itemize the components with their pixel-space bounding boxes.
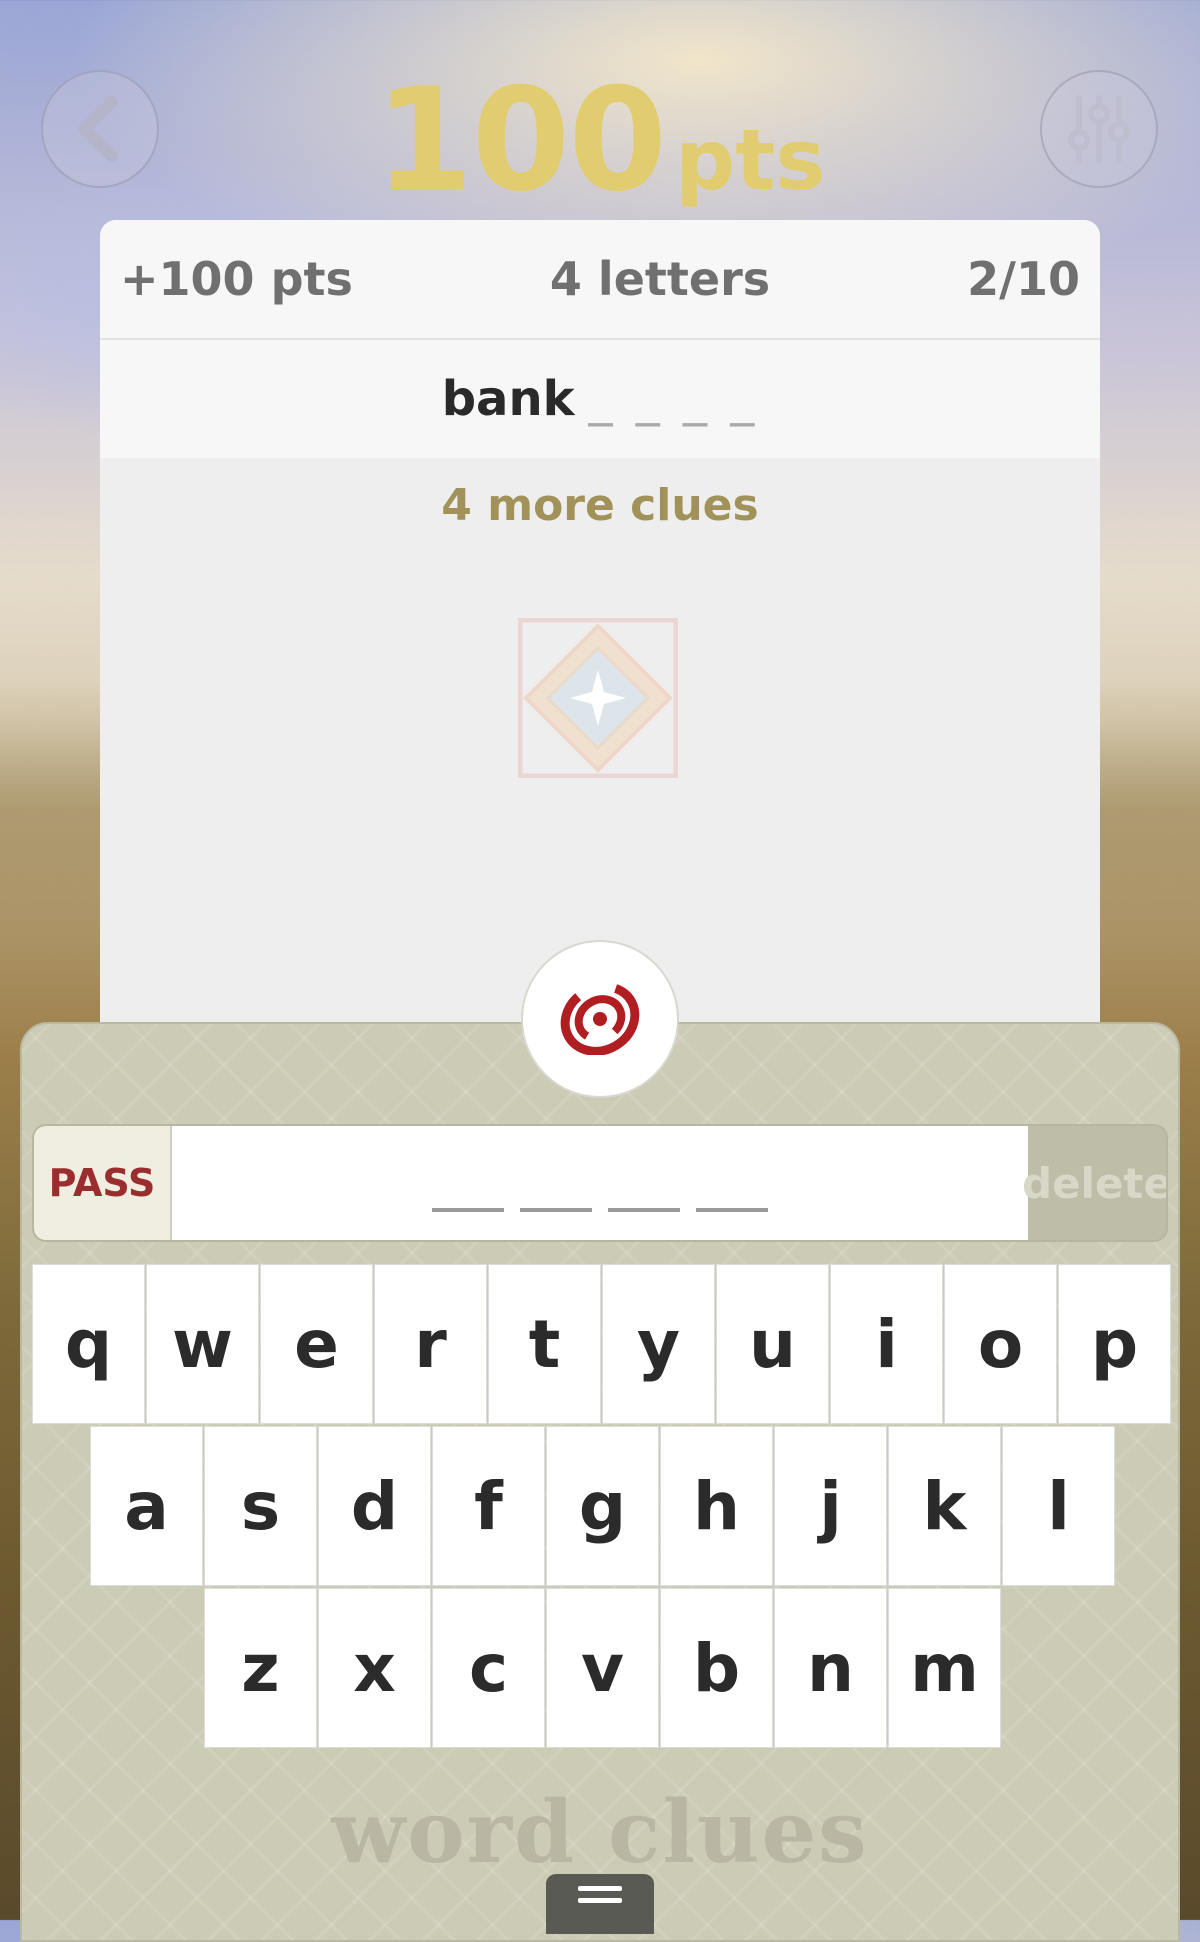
key-v[interactable]: v xyxy=(546,1588,659,1748)
key-k[interactable]: k xyxy=(888,1426,1001,1586)
key-f[interactable]: f xyxy=(432,1426,545,1586)
settings-button[interactable] xyxy=(1040,70,1158,188)
keyboard-row-2: a s d f g h j k l xyxy=(90,1426,1116,1586)
key-c[interactable]: c xyxy=(432,1588,545,1748)
answer-input[interactable] xyxy=(172,1126,1028,1240)
key-r[interactable]: r xyxy=(374,1264,487,1424)
key-x[interactable]: x xyxy=(318,1588,431,1748)
more-clues-label: 4 more clues xyxy=(441,480,759,531)
answer-slot xyxy=(608,1208,680,1212)
clue-card-header: +100 pts 4 letters 2/10 xyxy=(100,220,1100,340)
brand-logo: word clues xyxy=(331,1782,869,1883)
menu-icon xyxy=(578,1898,622,1903)
key-h[interactable]: h xyxy=(660,1426,773,1586)
key-j[interactable]: j xyxy=(774,1426,887,1586)
key-z[interactable]: z xyxy=(204,1588,317,1748)
keyboard-row-3: z x c v b n m xyxy=(204,1588,1002,1748)
delete-button[interactable]: delete xyxy=(1022,1126,1166,1240)
emblem-icon xyxy=(518,618,678,778)
pass-button[interactable]: PASS xyxy=(34,1126,172,1240)
key-e[interactable]: e xyxy=(260,1264,373,1424)
clue-word: bank xyxy=(441,371,575,427)
swirl-icon xyxy=(560,983,640,1055)
letters-count: 4 letters xyxy=(549,252,771,306)
key-q[interactable]: q xyxy=(32,1264,145,1424)
answer-slot xyxy=(696,1208,768,1212)
key-t[interactable]: t xyxy=(488,1264,601,1424)
key-m[interactable]: m xyxy=(888,1588,1001,1748)
key-p[interactable]: p xyxy=(1058,1264,1171,1424)
key-s[interactable]: s xyxy=(204,1426,317,1586)
score-unit: pts xyxy=(675,111,826,209)
key-a[interactable]: a xyxy=(90,1426,203,1586)
key-w[interactable]: w xyxy=(146,1264,259,1424)
hint-button[interactable] xyxy=(521,940,679,1098)
key-i[interactable]: i xyxy=(830,1264,943,1424)
score-display: 100 pts xyxy=(0,58,1200,223)
key-n[interactable]: n xyxy=(774,1588,887,1748)
clue-card: +100 pts 4 letters 2/10 bank _ _ _ _ 4 m… xyxy=(100,220,1100,1040)
key-b[interactable]: b xyxy=(660,1588,773,1748)
menu-icon xyxy=(578,1886,622,1891)
clue-row: bank _ _ _ _ xyxy=(100,340,1100,458)
points-label: +100 pts xyxy=(120,252,353,306)
key-l[interactable]: l xyxy=(1002,1426,1115,1586)
clue-blanks: _ _ _ _ xyxy=(588,371,759,427)
sliders-icon xyxy=(1068,95,1130,163)
menu-button[interactable] xyxy=(546,1874,654,1934)
progress-counter: 2/10 xyxy=(967,252,1080,306)
key-g[interactable]: g xyxy=(546,1426,659,1586)
score-value: 100 xyxy=(374,58,667,223)
keyboard-row-1: q w e r t y u i o p xyxy=(32,1264,1172,1424)
answer-row: PASS delete xyxy=(32,1124,1168,1242)
key-u[interactable]: u xyxy=(716,1264,829,1424)
key-o[interactable]: o xyxy=(944,1264,1057,1424)
answer-slot xyxy=(520,1208,592,1212)
answer-slot xyxy=(432,1208,504,1212)
key-d[interactable]: d xyxy=(318,1426,431,1586)
key-y[interactable]: y xyxy=(602,1264,715,1424)
